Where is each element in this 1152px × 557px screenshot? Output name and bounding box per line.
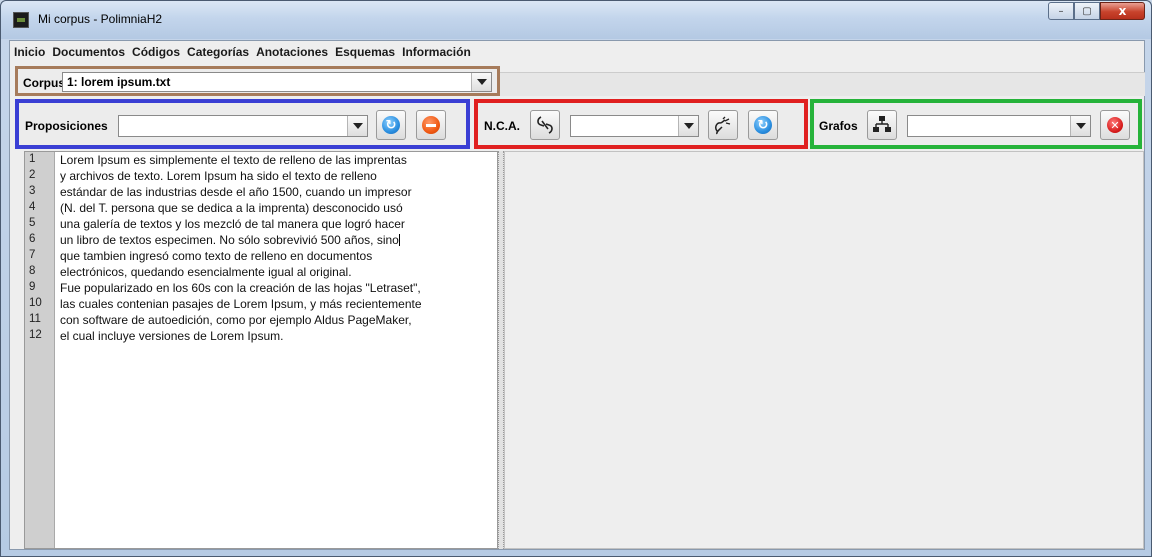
menu-bar: Inicio Documentos Códigos Categorías Ano… — [10, 41, 1144, 63]
corpus-dropdown[interactable]: 1: lorem ipsum.txt — [62, 72, 492, 92]
proposiciones-refresh-button[interactable] — [376, 110, 406, 140]
editor-line: que tambien ingresó como texto de rellen… — [60, 249, 373, 263]
editor-line: las cuales contenian pasajes de Lorem Ip… — [60, 297, 422, 311]
window-controls: – ▢ x — [1048, 2, 1145, 20]
unlink-icon — [715, 116, 731, 135]
link-icon — [537, 116, 553, 134]
editor-line: estándar de las industrias desde el año … — [60, 185, 412, 199]
corpus-label: Corpus — [23, 76, 65, 90]
client-area: Inicio Documentos Códigos Categorías Ano… — [9, 40, 1145, 550]
corpus-selected-value: 1: lorem ipsum.txt — [67, 75, 171, 89]
editor-line: una galería de textos y los mezcló de ta… — [60, 217, 405, 231]
editor-line: Lorem Ipsum es simplemente el texto de r… — [60, 153, 407, 167]
close-button[interactable]: x — [1100, 2, 1145, 20]
menu-informacion[interactable]: Información — [402, 45, 471, 59]
text-caret — [398, 234, 400, 246]
menu-esquemas[interactable]: Esquemas — [335, 45, 395, 59]
line-number: 4 — [29, 201, 36, 213]
line-number: 5 — [29, 217, 36, 229]
line-number: 6 — [29, 233, 36, 245]
proposiciones-stop-button[interactable] — [416, 110, 446, 140]
window-title: Mi corpus - PolimniaH2 — [38, 12, 163, 26]
nca-label: N.C.A. — [484, 119, 520, 133]
refresh-icon — [754, 116, 772, 134]
menu-documentos[interactable]: Documentos — [52, 45, 125, 59]
app-icon — [13, 12, 29, 28]
editor-line: un libro de textos especimen. No sólo so… — [60, 233, 400, 247]
grafos-graph-button[interactable] — [867, 110, 897, 140]
grafos-dropdown[interactable] — [907, 115, 1091, 137]
title-bar[interactable]: Mi corpus - PolimniaH2 – ▢ x — [1, 1, 1151, 39]
minimize-button[interactable]: – — [1048, 2, 1074, 20]
line-number: 10 — [29, 297, 42, 309]
nca-unlink-button[interactable] — [708, 110, 738, 140]
chevron-down-icon[interactable] — [1070, 116, 1090, 136]
nca-dropdown[interactable] — [570, 115, 699, 137]
nca-link-button[interactable] — [530, 110, 560, 140]
editor-line: Fue popularizado en los 60s con la creac… — [60, 281, 421, 295]
editor-line: el cual incluye versiones de Lorem Ipsum… — [60, 329, 284, 343]
line-number: 3 — [29, 185, 36, 197]
menu-categorias[interactable]: Categorías — [187, 45, 249, 59]
editor-line: y archivos de texto. Lorem Ipsum ha sido… — [60, 169, 377, 183]
menu-anotaciones[interactable]: Anotaciones — [256, 45, 328, 59]
stop-icon — [422, 116, 440, 134]
corpus-selector-panel: Corpus 1: lorem ipsum.txt — [15, 66, 500, 96]
grafos-cancel-button[interactable]: ✕ — [1100, 110, 1130, 140]
proposiciones-dropdown[interactable] — [118, 115, 368, 137]
line-number: 9 — [29, 281, 36, 293]
line-number-gutter: 1 2 3 4 5 6 7 8 9 10 11 12 — [25, 152, 55, 548]
editor-line: electrónicos, quedando esencialmente igu… — [60, 265, 352, 279]
text-editor[interactable]: 1 2 3 4 5 6 7 8 9 10 11 12 Lorem Ipsum e… — [24, 151, 498, 549]
line-number: 1 — [29, 153, 36, 165]
editor-line-content: un libro de textos especimen. No sólo so… — [60, 233, 399, 247]
line-number: 8 — [29, 265, 36, 277]
line-number: 11 — [29, 313, 41, 325]
nca-refresh-button[interactable] — [748, 110, 778, 140]
chevron-down-icon[interactable] — [347, 116, 367, 136]
grafos-label: Grafos — [819, 119, 858, 133]
refresh-icon — [382, 116, 400, 134]
line-number: 2 — [29, 169, 36, 181]
network-graph-icon — [873, 116, 891, 132]
nca-toolbar: N.C.A. — [474, 99, 808, 149]
cancel-icon: ✕ — [1107, 117, 1123, 133]
menu-codigos[interactable]: Códigos — [132, 45, 180, 59]
maximize-button[interactable]: ▢ — [1074, 2, 1100, 20]
menu-inicio[interactable]: Inicio — [14, 45, 45, 59]
editor-line: con software de autoedición, como por ej… — [60, 313, 412, 327]
grafos-toolbar: Grafos ✕ — [810, 99, 1142, 149]
line-number: 7 — [29, 249, 36, 261]
chevron-down-icon[interactable] — [678, 116, 698, 136]
line-number: 12 — [29, 329, 42, 341]
chevron-down-icon[interactable] — [471, 73, 491, 91]
document-tab-strip — [500, 72, 1145, 96]
proposiciones-toolbar: Proposiciones — [15, 99, 470, 149]
editor-line: (N. del T. persona que se dedica a la im… — [60, 201, 403, 215]
workspace-panel — [504, 151, 1144, 549]
proposiciones-label: Proposiciones — [25, 119, 108, 133]
app-window: Mi corpus - PolimniaH2 – ▢ x Inicio Docu… — [0, 0, 1152, 557]
